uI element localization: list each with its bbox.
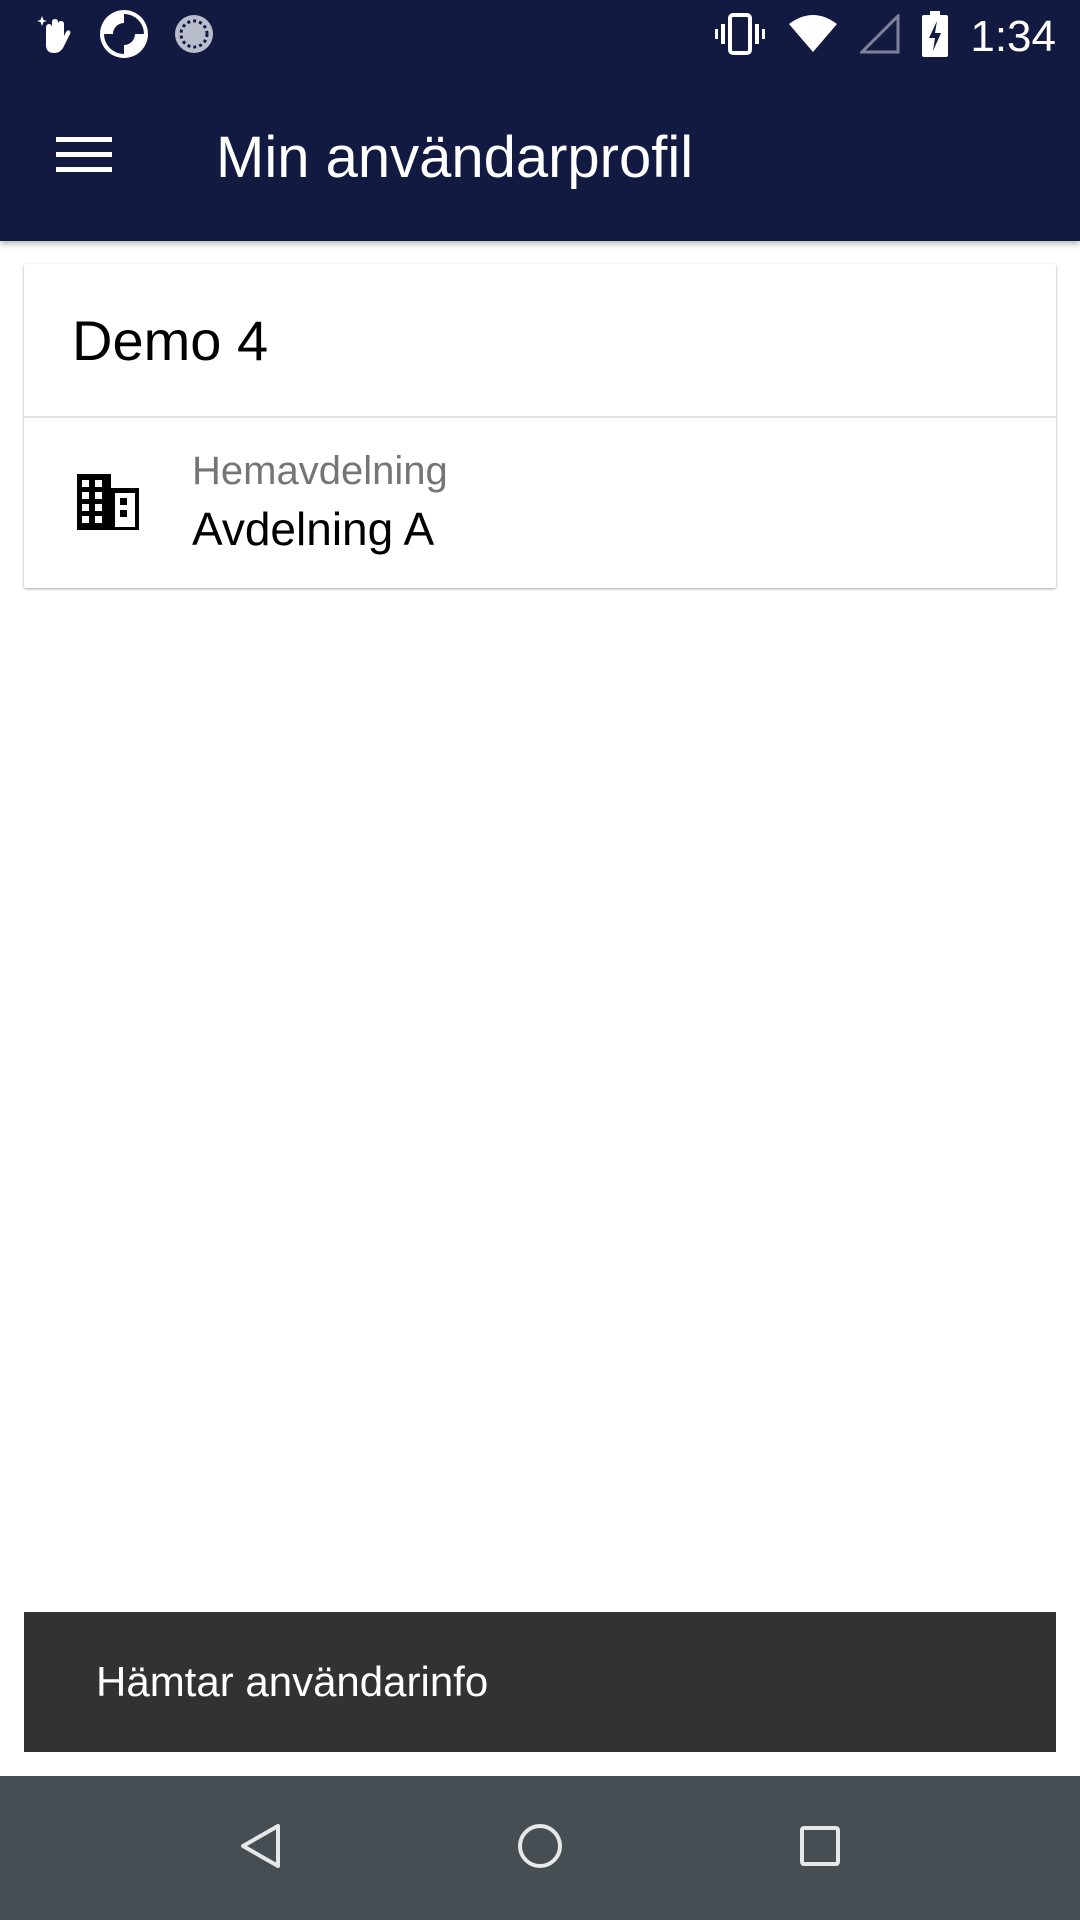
- status-system-icons: 1:34: [692, 11, 1056, 62]
- status-bar: 1:34: [0, 0, 1080, 73]
- snackbar: Hämtar användarinfo: [24, 1612, 1056, 1752]
- home-circle-icon: [516, 1822, 564, 1875]
- wifi-icon: [788, 14, 838, 59]
- hand-sparkle-icon: [36, 12, 76, 61]
- loading-circle-icon: [172, 12, 216, 61]
- hamburger-menu-icon: [56, 135, 112, 180]
- status-clock: 1:34: [970, 11, 1056, 61]
- recents-square-icon: [798, 1824, 842, 1873]
- department-text: Hemavdelning Avdelning A: [192, 449, 448, 556]
- building-icon: [24, 474, 192, 530]
- system-nav-bar: [0, 1776, 1080, 1920]
- menu-button[interactable]: [0, 73, 168, 241]
- sync-app-icon: [98, 8, 150, 65]
- cell-signal-icon: [858, 12, 900, 59]
- page-title: Min användarprofil: [216, 124, 694, 190]
- department-row: Hemavdelning Avdelning A: [24, 418, 1056, 586]
- snackbar-message: Hämtar användarinfo: [96, 1658, 489, 1705]
- home-button[interactable]: [470, 1778, 610, 1918]
- recents-button[interactable]: [750, 1778, 890, 1918]
- back-triangle-icon: [238, 1822, 282, 1875]
- department-value: Avdelning A: [192, 502, 435, 555]
- vibrate-icon: [714, 12, 766, 61]
- status-notification-icons: [36, 8, 238, 65]
- battery-charging-icon: [922, 11, 949, 62]
- department-label: Hemavdelning: [192, 448, 448, 493]
- back-button[interactable]: [190, 1778, 330, 1918]
- profile-name: Demo 4: [24, 264, 1056, 418]
- profile-card: Demo 4 Hemavdelning Avdelning A: [24, 264, 1056, 588]
- app-bar: Min användarprofil: [0, 73, 1080, 241]
